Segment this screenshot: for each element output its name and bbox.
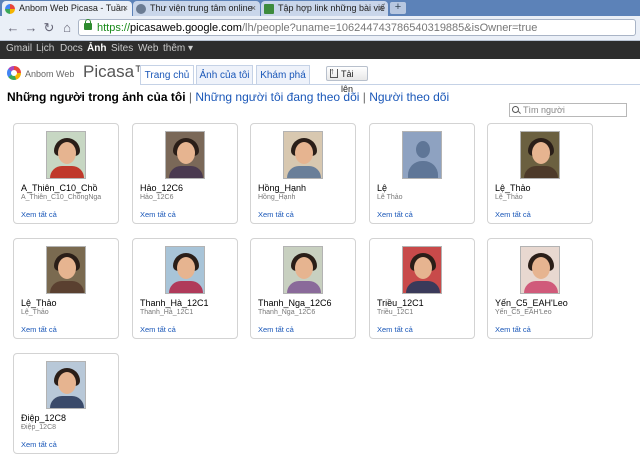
- page-title: Những người trong ảnh của tôi: [7, 90, 186, 104]
- tab-title: Tập hợp link những bài viế: [278, 3, 385, 13]
- person-subname: Lệ_Thảo: [495, 194, 523, 201]
- tab-home[interactable]: Trang chủ: [140, 65, 194, 85]
- person-card[interactable]: Lệ Lê Thảo Xem tất cả: [369, 123, 475, 224]
- person-subname: Lệ_Thảo: [21, 309, 49, 316]
- gbar-more[interactable]: thêm ▾: [163, 43, 193, 54]
- url-text: https://picasaweb.google.com/lh/people?u…: [97, 22, 538, 34]
- person-name[interactable]: Yến_C5_EAH'Leo: [495, 298, 568, 308]
- person-card[interactable]: Yến_C5_EAH'Leo Yến_C5_EAH'Leo Xem tất cả: [487, 238, 593, 339]
- gbar-calendar[interactable]: Lịch: [36, 43, 54, 54]
- view-all-link[interactable]: Xem tất cả: [140, 210, 176, 219]
- person-silhouette-icon[interactable]: [402, 131, 442, 179]
- upload-icon: [330, 64, 338, 79]
- person-photo[interactable]: [46, 361, 86, 409]
- tab-title: Thư viện trung tâm online: [150, 3, 253, 13]
- person-card[interactable]: Lệ_Thảo Lệ_Thảo Xem tất cả: [487, 123, 593, 224]
- view-all-link[interactable]: Xem tất cả: [377, 325, 413, 334]
- tab-explore[interactable]: Khám phá: [256, 65, 310, 84]
- browser-tab-library[interactable]: Thư viện trung tâm online ×: [133, 1, 260, 16]
- person-name[interactable]: Hồng_Hạnh: [258, 183, 306, 193]
- tab-title: Anbom Web Picasa - Tuần: [19, 3, 126, 13]
- gbar-photos[interactable]: Ảnh: [87, 43, 106, 54]
- view-all-link[interactable]: Xem tất cả: [258, 325, 294, 334]
- following-link[interactable]: Những người tôi đang theo dõi: [195, 90, 359, 104]
- forward-icon[interactable]: →: [24, 20, 38, 36]
- person-card[interactable]: Điệp_12C8 Điệp_12C8 Xem tất cả: [13, 353, 119, 454]
- person-name[interactable]: A_Thiên_C10_Chồ: [21, 183, 98, 193]
- lock-icon: [84, 19, 92, 30]
- person-card[interactable]: Hồng_Hạnh Hồng_Hạnh Xem tất cả: [250, 123, 356, 224]
- person-name[interactable]: Triều_12C1: [377, 298, 424, 308]
- person-photo[interactable]: [46, 131, 86, 179]
- person-name[interactable]: Lệ_Thảo: [21, 298, 57, 308]
- upload-button[interactable]: Tải lên: [326, 64, 368, 94]
- person-name[interactable]: Thanh_Hà_12C1: [140, 298, 209, 308]
- view-all-link[interactable]: Xem tất cả: [21, 440, 57, 449]
- person-subname: Yến_C5_EAH'Leo: [495, 309, 552, 316]
- person-card[interactable]: Thanh_Nga_12C6 Thanh_Nga_12C6 Xem tất cả: [250, 238, 356, 339]
- view-all-link[interactable]: Xem tất cả: [21, 325, 57, 334]
- new-tab-button[interactable]: +: [390, 2, 406, 14]
- close-tab-icon[interactable]: ×: [123, 1, 128, 16]
- browser-toolbar: ← → ↻ ⌂ https://picasaweb.google.com/lh/…: [0, 16, 640, 41]
- tab-my-photos[interactable]: Ảnh của tôi: [196, 65, 253, 84]
- browser-tab-strip: Anbom Web Picasa - Tuần × Thư viện trung…: [0, 0, 640, 16]
- person-subname: Hảo_12C6: [140, 194, 174, 201]
- view-all-link[interactable]: Xem tất cả: [495, 210, 531, 219]
- person-subname: Thanh_Nga_12C6: [258, 309, 316, 316]
- tab-divider: [140, 84, 640, 85]
- browser-tab-links[interactable]: Tập hợp link những bài viế ×: [261, 1, 388, 16]
- browser-tab-picasa[interactable]: Anbom Web Picasa - Tuần ×: [2, 1, 132, 16]
- person-name[interactable]: Lệ: [377, 183, 387, 193]
- person-subname: Thanh_Hà_12C1: [140, 309, 194, 316]
- person-photo[interactable]: [520, 131, 560, 179]
- gbar-gmail[interactable]: Gmail: [6, 43, 32, 54]
- person-name[interactable]: Thanh_Nga_12C6: [258, 298, 332, 308]
- person-name[interactable]: Lệ_Thảo: [495, 183, 531, 193]
- reload-icon[interactable]: ↻: [42, 20, 56, 36]
- person-name[interactable]: Hảo_12C6: [140, 183, 183, 193]
- person-photo[interactable]: [165, 246, 205, 294]
- person-photo[interactable]: [520, 246, 560, 294]
- followers-link[interactable]: Người theo dõi: [369, 90, 449, 104]
- address-bar[interactable]: https://picasaweb.google.com/lh/people?u…: [78, 19, 636, 36]
- gpe-favicon-icon: [264, 4, 274, 14]
- person-card[interactable]: Lệ_Thảo Lệ_Thảo Xem tất cả: [13, 238, 119, 339]
- person-subname: Lê Thảo: [377, 194, 403, 201]
- picasa-favicon-icon: [5, 4, 15, 14]
- gbar-docs[interactable]: Docs: [60, 43, 83, 54]
- person-photo[interactable]: [46, 246, 86, 294]
- person-name[interactable]: Điệp_12C8: [21, 413, 66, 423]
- back-icon[interactable]: ←: [6, 20, 20, 36]
- people-heading: Những người trong ảnh của tôi | Những ng…: [7, 90, 450, 104]
- view-all-link[interactable]: Xem tất cả: [21, 210, 57, 219]
- person-card[interactable]: A_Thiên_C10_Chồ A_Thiên_C10_ChồngNga Xem…: [13, 123, 119, 224]
- view-all-link[interactable]: Xem tất cả: [140, 325, 176, 334]
- picasa-logo-icon: [7, 66, 21, 80]
- person-photo[interactable]: [283, 246, 323, 294]
- view-all-link[interactable]: Xem tất cả: [258, 210, 294, 219]
- search-people-input[interactable]: Tìm người: [509, 103, 627, 117]
- home-icon[interactable]: ⌂: [60, 20, 74, 36]
- globe-favicon-icon: [136, 4, 146, 14]
- google-bar: Gmail Lịch Docs Ảnh Sites Web thêm ▾: [0, 41, 640, 59]
- close-tab-icon[interactable]: ×: [379, 1, 384, 16]
- person-photo[interactable]: [165, 131, 205, 179]
- person-subname: Hồng_Hạnh: [258, 194, 296, 201]
- person-card[interactable]: Hảo_12C6 Hảo_12C6 Xem tất cả: [132, 123, 238, 224]
- person-card[interactable]: Thanh_Hà_12C1 Thanh_Hà_12C1 Xem tất cả: [132, 238, 238, 339]
- person-photo[interactable]: [402, 246, 442, 294]
- gbar-sites[interactable]: Sites: [111, 43, 133, 54]
- person-subname: Điệp_12C8: [21, 424, 57, 431]
- search-icon: [512, 106, 519, 113]
- person-subname: A_Thiên_C10_ChồngNga: [21, 194, 102, 201]
- gbar-web[interactable]: Web: [138, 43, 158, 54]
- close-tab-icon[interactable]: ×: [251, 1, 256, 16]
- person-card[interactable]: Triều_12C1 Triều_12C1 Xem tất cả: [369, 238, 475, 339]
- view-all-link[interactable]: Xem tất cả: [377, 210, 413, 219]
- view-all-link[interactable]: Xem tất cả: [495, 325, 531, 334]
- person-photo[interactable]: [283, 131, 323, 179]
- person-subname: Triều_12C1: [377, 309, 414, 316]
